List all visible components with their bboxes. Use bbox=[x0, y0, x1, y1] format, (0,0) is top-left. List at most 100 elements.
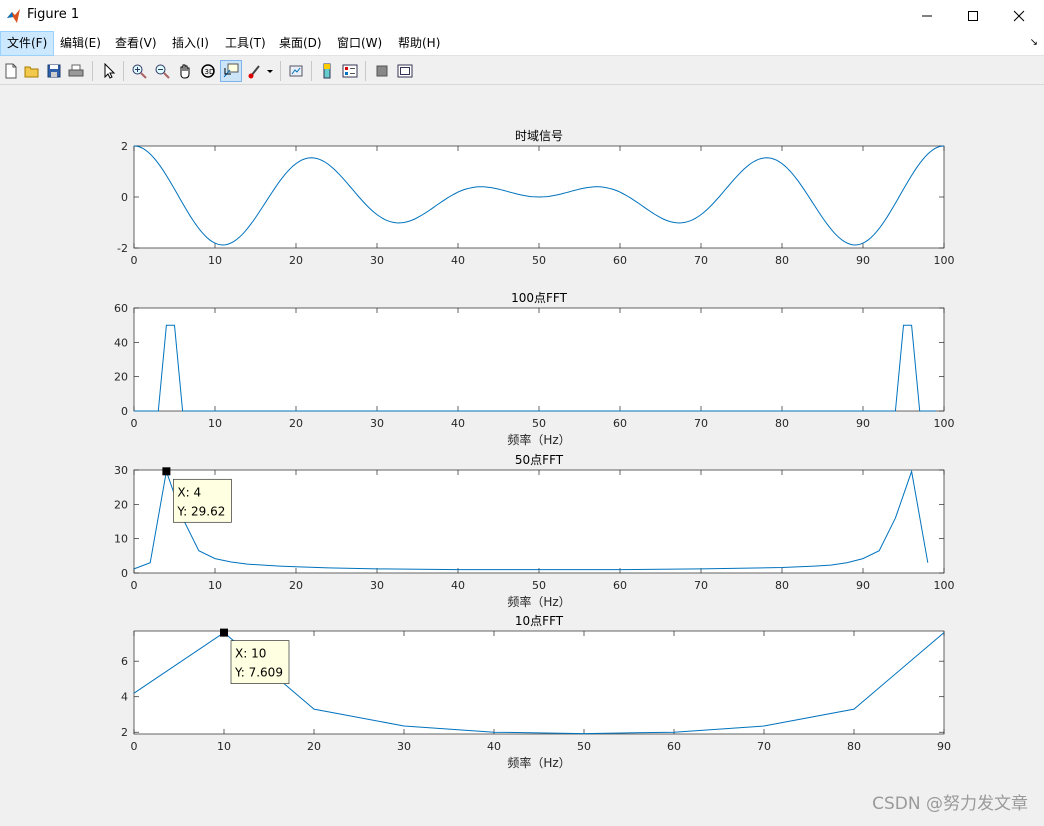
y-tick-label: 6 bbox=[121, 655, 128, 668]
legend-button[interactable] bbox=[339, 60, 361, 82]
link-plot-button[interactable] bbox=[285, 60, 307, 82]
toolbar-separator bbox=[311, 61, 312, 81]
x-tick-label: 30 bbox=[370, 254, 384, 267]
data-cursor-button[interactable] bbox=[220, 60, 242, 82]
x-tick-label: 20 bbox=[289, 579, 303, 592]
title-bar: Figure 1 bbox=[0, 0, 1044, 31]
dock-arrow-icon[interactable]: ↘ bbox=[1030, 37, 1038, 48]
rotate-3d-icon: 3D bbox=[201, 64, 215, 78]
hide-plot-tools-button[interactable] bbox=[371, 60, 393, 82]
minimize-button[interactable] bbox=[904, 0, 950, 31]
x-tick-label: 0 bbox=[131, 740, 138, 753]
datatip-x-label: X: 4 bbox=[177, 485, 201, 499]
brush-button[interactable] bbox=[244, 60, 266, 82]
x-tick-label: 20 bbox=[289, 254, 303, 267]
subplot-4: 10点FFT 0 10 20 30 40 50 60 70 80 90 2 4 6 频率（Hz） X: 10 Y… bbox=[121, 614, 951, 770]
x-tick-label: 90 bbox=[856, 579, 870, 592]
show-plot-tools-button[interactable] bbox=[394, 60, 416, 82]
menu-help[interactable]: 帮助(H) bbox=[392, 31, 446, 56]
open-file-icon bbox=[24, 66, 39, 78]
x-tick-label: 80 bbox=[775, 254, 789, 267]
print-button[interactable] bbox=[65, 60, 87, 82]
rotate-3d-button[interactable]: 3D bbox=[197, 60, 219, 82]
toolbar-separator bbox=[365, 61, 366, 81]
datatip[interactable]: X: 10 Y: 7.609 bbox=[230, 640, 290, 684]
zoom-out-icon bbox=[155, 64, 170, 79]
x-tick-label: 70 bbox=[757, 740, 771, 753]
y-tick-label: 0 bbox=[121, 405, 128, 418]
x-tick-label: 60 bbox=[667, 740, 681, 753]
y-tick-label: 20 bbox=[114, 371, 128, 384]
x-tick-label: 100 bbox=[934, 417, 955, 430]
datatip[interactable]: X: 4 Y: 29.62 bbox=[173, 478, 232, 523]
watermark-text: CSDN @努力发文章 bbox=[872, 794, 1028, 814]
x-tick-label: 10 bbox=[217, 740, 231, 753]
x-tick-label: 30 bbox=[370, 579, 384, 592]
save-icon bbox=[47, 64, 61, 78]
minimize-icon bbox=[922, 15, 932, 16]
pan-button[interactable] bbox=[174, 60, 196, 82]
x-tick-label: 20 bbox=[307, 740, 321, 753]
y-tick-label: 60 bbox=[114, 302, 128, 315]
x-tick-label: 40 bbox=[451, 579, 465, 592]
axes-box bbox=[133, 469, 945, 574]
y-tick-label: -2 bbox=[117, 242, 128, 255]
x-tick-label: 60 bbox=[613, 254, 627, 267]
chart-title: 时域信号 bbox=[515, 129, 563, 143]
x-tick-label: 80 bbox=[775, 579, 789, 592]
x-tick-label: 70 bbox=[694, 254, 708, 267]
menu-window[interactable]: 窗口(W) bbox=[331, 31, 388, 56]
maximize-button[interactable] bbox=[950, 0, 996, 31]
x-tick-label: 100 bbox=[934, 579, 955, 592]
x-tick-label: 90 bbox=[856, 417, 870, 430]
menu-edit[interactable]: 编辑(E) bbox=[54, 31, 107, 56]
axes-box bbox=[133, 307, 945, 412]
x-tick-label: 50 bbox=[532, 417, 546, 430]
datatip-marker bbox=[220, 628, 228, 637]
x-tick-label: 90 bbox=[937, 740, 951, 753]
x-tick-label: 90 bbox=[856, 254, 870, 267]
zoom-in-button[interactable] bbox=[128, 60, 150, 82]
matlab-icon bbox=[7, 9, 20, 23]
x-tick-label: 70 bbox=[694, 417, 708, 430]
datatip-x-label: X: 10 bbox=[235, 647, 266, 661]
menu-desktop[interactable]: 桌面(D) bbox=[273, 31, 328, 56]
pointer-button[interactable] bbox=[98, 60, 120, 82]
subplot-1: 时域信号0 10 20 30 40 50 60 70 80 90 100-202 bbox=[117, 129, 954, 267]
print-icon bbox=[68, 64, 84, 77]
legend-icon bbox=[342, 64, 358, 78]
subplot-3: 50点FFT 0 10 20 30 40 50 60 70 80 90 100 0 10 20 30 频率（Hz… bbox=[114, 453, 955, 609]
chart-title: 100点FFT bbox=[511, 291, 567, 305]
x-tick-label: 80 bbox=[847, 740, 861, 753]
figure-window: Figure 1 文件(F) 编辑(E) 查看(V) 插入(I) 工具(T) 桌… bbox=[0, 0, 1044, 822]
toolbar-separator bbox=[123, 61, 124, 81]
x-tick-label: 40 bbox=[487, 740, 501, 753]
close-button[interactable] bbox=[996, 0, 1042, 31]
brush-dropdown-button[interactable] bbox=[264, 60, 276, 82]
y-tick-label: 40 bbox=[114, 336, 128, 349]
menu-tools[interactable]: 工具(T) bbox=[219, 31, 272, 56]
datatip-y-label: Y: 29.62 bbox=[176, 504, 225, 518]
x-tick-label: 0 bbox=[131, 579, 138, 592]
x-tick-label: 80 bbox=[775, 417, 789, 430]
x-tick-label: 0 bbox=[131, 417, 138, 430]
menu-view[interactable]: 查看(V) bbox=[109, 31, 163, 56]
y-tick-label: 0 bbox=[121, 567, 128, 580]
menu-insert[interactable]: 插入(I) bbox=[166, 31, 215, 56]
figure-toolbar: 3D bbox=[0, 57, 1044, 85]
zoom-out-button[interactable] bbox=[151, 60, 173, 82]
pan-hand-icon bbox=[180, 64, 190, 79]
new-figure-icon bbox=[5, 63, 17, 79]
colorbar-button[interactable] bbox=[316, 60, 338, 82]
save-button[interactable] bbox=[43, 60, 65, 82]
chevron-down-icon bbox=[267, 70, 273, 73]
y-tick-label: 0 bbox=[121, 191, 128, 204]
new-figure-button[interactable] bbox=[0, 60, 22, 82]
open-file-button[interactable] bbox=[21, 60, 43, 82]
menu-file[interactable]: 文件(F) bbox=[0, 31, 55, 56]
x-tick-label: 50 bbox=[532, 579, 546, 592]
close-icon bbox=[1013, 10, 1025, 21]
toolbar-separator bbox=[92, 61, 93, 81]
x-tick-label: 50 bbox=[532, 254, 546, 267]
datatip-y-label: Y: 7.609 bbox=[234, 666, 283, 680]
